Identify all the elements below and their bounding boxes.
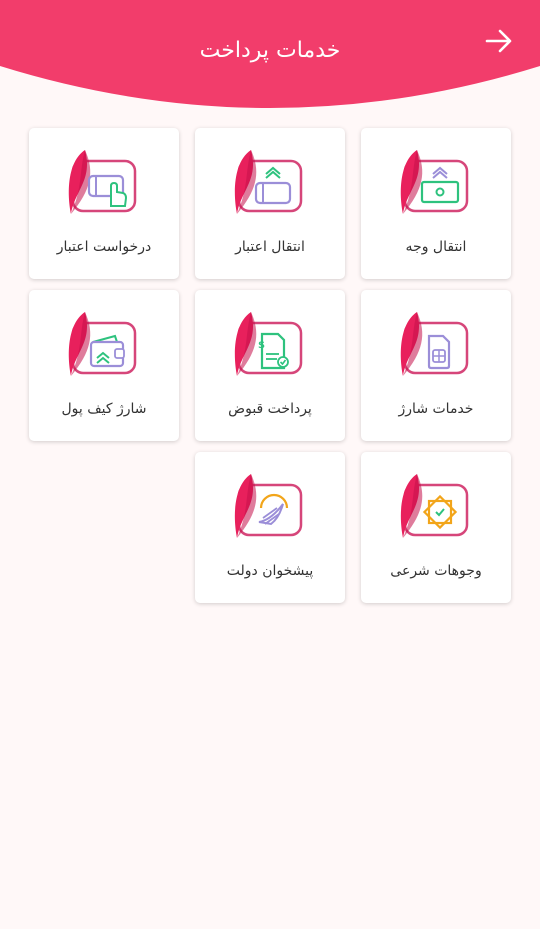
service-card-wallet-charge[interactable]: شارژ کیف پول [29,290,179,441]
service-card-sim-charge[interactable]: خدمات شارژ [361,290,511,441]
svg-text:$: $ [258,340,265,351]
services-grid: انتقال وجه انتقال اعتبار درخواست اعتبار [29,128,511,603]
service-card-credit-request[interactable]: درخواست اعتبار [29,128,179,279]
money-transfer-icon [400,150,469,214]
sim-charge-icon [400,312,469,376]
service-card-government-counter[interactable]: پیشخوان دولت [195,452,345,603]
wallet-charge-icon [68,312,137,376]
service-label: شارژ کیف پول [61,401,147,417]
service-card-credit-transfer[interactable]: انتقال اعتبار [195,128,345,279]
service-card-money-transfer[interactable]: انتقال وجه [361,128,511,279]
service-label: پیشخوان دولت [226,563,314,579]
back-arrow-icon[interactable] [484,26,514,56]
service-label: پرداخت قبوض [228,401,312,417]
credit-request-icon [68,150,137,214]
service-card-religious-funds[interactable]: وجوهات شرعی [361,452,511,603]
bill-payment-icon: $ [234,312,303,376]
app-header: خدمات پرداخت [0,0,540,110]
service-label: انتقال وجه [405,239,467,255]
service-card-bill-payment[interactable]: $ پرداخت قبوض [195,290,345,441]
service-label: وجوهات شرعی [390,563,482,579]
credit-transfer-icon [234,150,303,214]
government-counter-icon [234,474,303,538]
service-label: درخواست اعتبار [56,239,152,255]
religious-funds-icon [400,474,469,538]
service-label: خدمات شارژ [398,401,474,417]
page-title: خدمات پرداخت [199,38,341,63]
service-label: انتقال اعتبار [235,239,305,255]
